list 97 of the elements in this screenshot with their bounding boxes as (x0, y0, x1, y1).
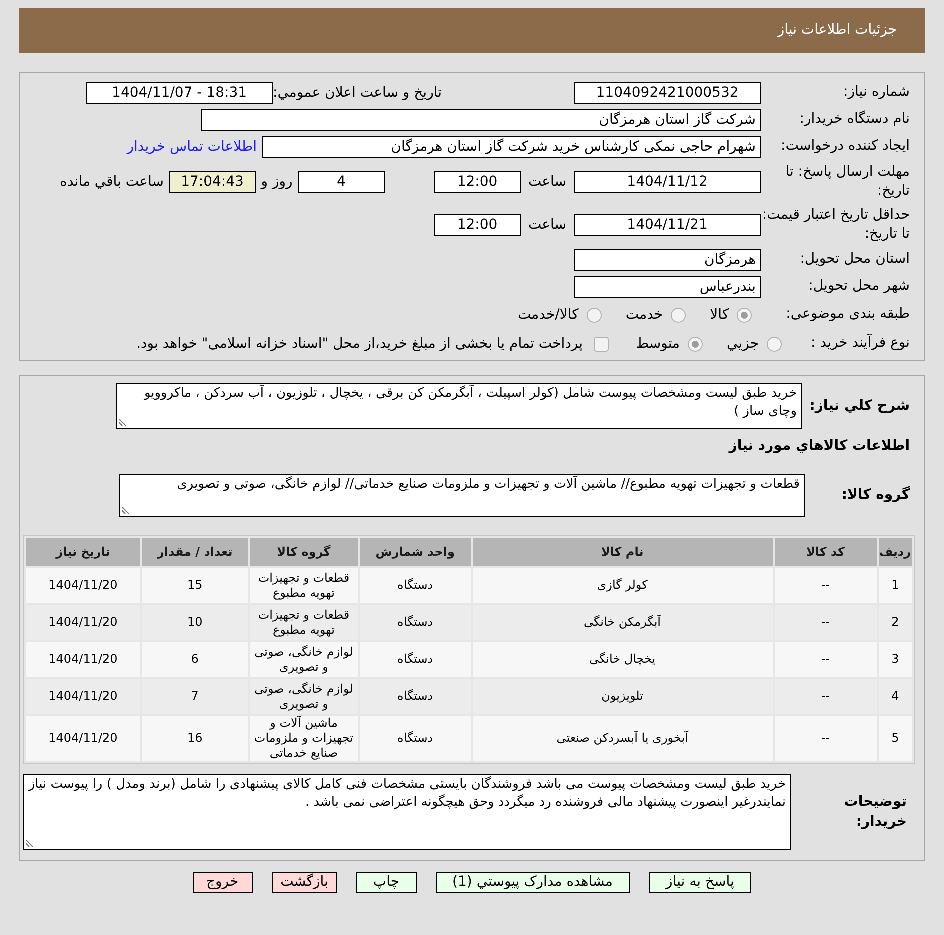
column-header: تاریخ نیاز (26, 538, 140, 566)
option-label: متوسط (636, 334, 680, 354)
radio-button[interactable] (688, 336, 704, 352)
table-cell: 1404/11/20 (26, 605, 140, 640)
description-field[interactable]: خرید طبق لیست ومشخصات پیوست شامل (کولر اسپیلت ، آبگرمکن کن برقی ، یخچال ، تلوزیون ، آب سردکن ، ماکروویو وچای ساز ) (116, 383, 802, 429)
table-cell: آبخوری یا آبسردکن صنعتی (472, 716, 773, 761)
table-cell: -- (774, 679, 877, 714)
table-cell: -- (774, 716, 877, 761)
field-label: شهر محل تحویل: (808, 278, 910, 294)
announcement-date-field[interactable]: 1404/11/07 - 18:31 (86, 82, 274, 104)
table-cell: یخچال خانگی (472, 642, 773, 677)
table-cell: -- (774, 568, 877, 603)
table-cell: 1404/11/20 (26, 568, 140, 603)
table-cell: 5 (878, 716, 912, 761)
buyer-notes-field[interactable]: خرید طبق لیست ومشخصات پیوست می باشد فروشندگان بایستی مشخصات فنی کامل کالای پیشنهادی را شامل (برند ومدل ) را پیوست نیاز نمایندرغیر اینصورت پیشنهاد مالی فروشنده رد میگردد وحق هیچگونه اعتراضی نمی باشد . (23, 774, 791, 850)
resize-grip-icon[interactable] (119, 419, 126, 426)
city-field[interactable]: بندرعباس (574, 276, 761, 298)
table-cell: 3 (878, 642, 912, 677)
page-title: جزئیات اطلاعات نیاز (778, 21, 897, 40)
field-label: شرح کلي نیاز: (810, 398, 910, 414)
radio-button[interactable] (671, 308, 686, 322)
table-cell: ماشین آلات و تجهیزات و ملزومات صنایع خدماتی (250, 716, 358, 761)
table-cell: لوازم خانگی، صوتی و تصویری (250, 642, 358, 677)
goods-group-field[interactable]: قطعات و تجهیزات تهویه مطبوع// ماشین آلات و تجهیزات و ملزومات صنایع خدماتی// لوازم خانگی، صوتی و تصویری (119, 474, 805, 517)
action-button[interactable]: پاسخ به نیاز (649, 872, 752, 893)
field-label: تاریخ و ساعت اعلان عمومي: (273, 84, 442, 102)
table-cell: 10 (142, 605, 248, 640)
table-cell: آبگرمکن خانگی (472, 605, 773, 640)
column-header: تعداد / مقدار (142, 538, 248, 566)
field-label: ایجاد کننده درخواست: (781, 138, 910, 154)
table-cell: -- (774, 605, 877, 640)
action-button[interactable]: بازگشت (272, 872, 338, 893)
checkbox[interactable] (594, 336, 610, 352)
action-button[interactable]: چاپ (356, 872, 417, 893)
table-cell: دستگاه (360, 716, 471, 761)
field-label: روز و (260, 172, 294, 192)
table-cell: 1 (878, 568, 912, 603)
field-label: توضیحات خریدار: (843, 793, 907, 832)
table-cell: 4 (878, 679, 912, 714)
field-label: ساعت باقي مانده (60, 172, 164, 192)
table-cell: دستگاه (360, 568, 471, 603)
table-cell: دستگاه (360, 642, 471, 677)
option-label: خدمت (626, 306, 664, 324)
table-cell: 1404/11/20 (26, 716, 140, 761)
contact-link[interactable]: اطلاعات تماس خریدار (127, 136, 257, 158)
field-label: نام دستگاه خریدار: (800, 111, 910, 128)
table-cell: کولر گازی (472, 568, 773, 603)
option-label: کالا (710, 306, 729, 324)
radio-button[interactable] (767, 336, 782, 352)
remaining-time-field[interactable]: 17:04:43 (169, 171, 256, 193)
field-label: استان محل تحویل: (800, 251, 910, 268)
column-header: ردیف (878, 538, 912, 566)
table-cell: تلویزیون (472, 679, 773, 714)
field-label: شماره نیاز: (844, 84, 910, 100)
radio-button[interactable] (586, 308, 602, 322)
column-header: نام کالا (472, 538, 773, 566)
date-field[interactable]: 1404/11/21 (574, 214, 761, 236)
table-cell: 2 (878, 605, 912, 640)
table-cell: -- (774, 642, 877, 677)
table-cell: 7 (142, 679, 248, 714)
field-label: گروه کالا: (842, 487, 910, 503)
requester-field[interactable]: شهرام حاجی نمکی کارشناس خرید شرکت گاز استان هرمزگان (262, 136, 761, 158)
field-label: طبقه بندی موضوعی: (786, 306, 910, 322)
table-cell: 15 (142, 568, 248, 603)
action-button[interactable]: مشاهده مدارک پیوستي (1) (436, 872, 630, 893)
column-header: گروه کالا (250, 538, 358, 566)
field-label: ساعت (527, 216, 568, 234)
time-field[interactable]: 12:00 (434, 171, 521, 193)
resize-grip-icon[interactable] (26, 840, 33, 847)
table-cell: 1404/11/20 (26, 642, 140, 677)
table-cell: لوازم خانگی، صوتی و تصویری (250, 679, 358, 714)
field-label: ساعت (527, 172, 568, 192)
buyer-name-field[interactable]: شرکت گاز استان هرمزگان (201, 109, 761, 131)
time-field[interactable]: 12:00 (434, 214, 521, 236)
table-cell: 16 (142, 716, 248, 761)
radio-button[interactable] (737, 308, 752, 322)
days-field[interactable]: 4 (298, 171, 385, 193)
column-header: واحد شمارش (360, 538, 471, 566)
column-header: کد کالا (774, 538, 877, 566)
table-cell: دستگاه (360, 605, 471, 640)
option-label: جزيي (727, 334, 759, 354)
table-cell: 1404/11/20 (26, 679, 140, 714)
action-button[interactable]: خروج (192, 872, 253, 893)
field-label: حداقل تاریخ اعتبار قیمت: تا تاریخ: (762, 206, 910, 242)
table-cell: دستگاه (360, 679, 471, 714)
table-cell: قطعات و تجهیزات تهویه مطبوع (250, 605, 358, 640)
resize-grip-icon[interactable] (122, 507, 129, 514)
option-label: کالا/خدمت (518, 306, 579, 324)
province-field[interactable]: هرمزگان (574, 249, 761, 271)
field-label: نوع فرآیند خرید : (811, 335, 910, 352)
table-cell: قطعات و تجهیزات تهویه مطبوع (250, 568, 358, 603)
field-label: مهلت ارسال پاسخ: تا تاریخ: (786, 164, 910, 199)
section-heading: اطلاعات کالاهاي مورد نیاز (729, 438, 910, 454)
table-cell: 6 (142, 642, 248, 677)
option-label: پرداخت تمام یا بخشی از مبلغ خرید،از محل "اسناد خزانه اسلامی" خواهد بود. (136, 334, 584, 354)
need-number-field[interactable]: 1104092421000532 (574, 82, 761, 104)
date-field[interactable]: 1404/11/12 (574, 171, 761, 193)
